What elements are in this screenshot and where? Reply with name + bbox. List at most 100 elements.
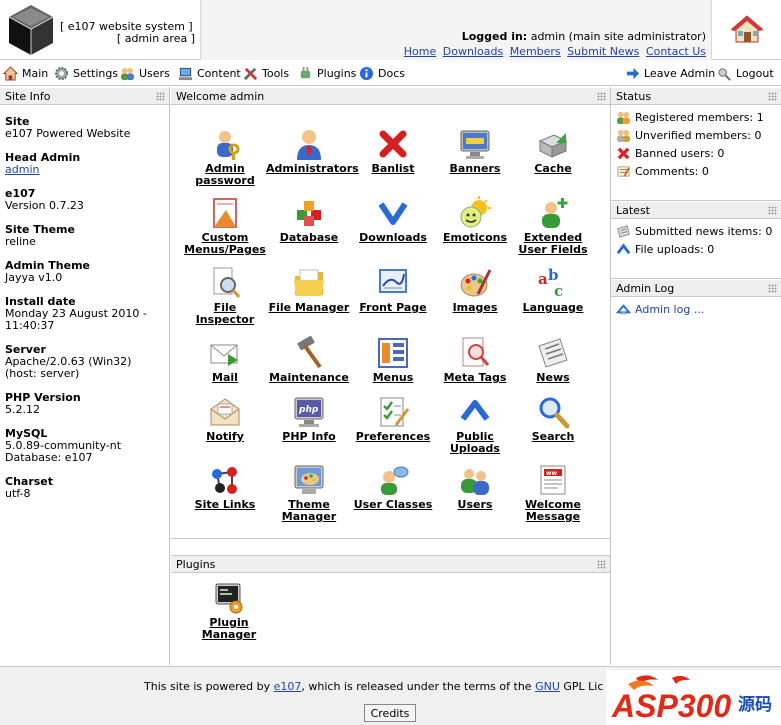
nav-users[interactable]: Users bbox=[120, 65, 170, 82]
admin-function-item[interactable]: Mail bbox=[182, 336, 268, 384]
admin-function-item-label[interactable]: Banlist bbox=[350, 163, 436, 175]
admin-function-item-label[interactable]: Users bbox=[432, 499, 518, 511]
latest-caption: Latest bbox=[611, 201, 781, 219]
admin-function-item-label[interactable]: Menus bbox=[350, 372, 436, 384]
admin-function-item[interactable]: Maintenance bbox=[266, 336, 352, 384]
admin-function-item[interactable]: Menus bbox=[350, 336, 436, 384]
nav-logout[interactable]: Logout bbox=[717, 65, 774, 82]
admin-function-item[interactable]: Administrators bbox=[266, 127, 359, 175]
admin-function-item-label[interactable]: Extended User Fields bbox=[510, 232, 596, 256]
nav-tools[interactable]: Tools bbox=[243, 65, 289, 82]
admin-function-item[interactable]: User Classes bbox=[350, 463, 436, 511]
admin-log-link[interactable]: Admin log ... bbox=[635, 303, 704, 316]
grip-icon[interactable] bbox=[597, 560, 606, 569]
admin-function-item[interactable]: Public Uploads bbox=[432, 395, 518, 455]
header-link-members[interactable]: Members bbox=[510, 45, 561, 58]
admin-function-item[interactable]: Custom Menus/Pages bbox=[182, 196, 268, 256]
admin-function-item-label[interactable]: Cache bbox=[510, 163, 596, 175]
plugin-item[interactable]: Plugin Manager bbox=[186, 581, 272, 641]
admin-function-item[interactable]: Front Page bbox=[350, 266, 436, 314]
admin-function-item-label[interactable]: News bbox=[510, 372, 596, 384]
admin-function-item[interactable]: Banlist bbox=[350, 127, 436, 175]
grip-icon[interactable] bbox=[768, 92, 777, 101]
header-link-downloads[interactable]: Downloads bbox=[443, 45, 503, 58]
admin-function-item[interactable]: Theme Manager bbox=[266, 463, 352, 523]
grip-icon[interactable] bbox=[768, 284, 777, 293]
footer-gnu-link[interactable]: GNU bbox=[535, 680, 560, 693]
admin-function-item[interactable]: ww Welcome Message bbox=[510, 463, 596, 523]
admin-function-item-label[interactable]: User Classes bbox=[350, 499, 436, 511]
home-icon[interactable] bbox=[730, 14, 764, 44]
admin-function-item-label[interactable]: Site Links bbox=[182, 499, 268, 511]
nav-plugins[interactable]: Plugins bbox=[298, 65, 356, 82]
news-icon bbox=[538, 338, 568, 368]
admin-function-item[interactable]: News bbox=[510, 336, 596, 384]
admin-function-item[interactable]: Admin password bbox=[182, 127, 268, 187]
admin-function-item[interactable]: File Inspector bbox=[182, 266, 268, 326]
nav-settings[interactable]: Settings bbox=[54, 65, 118, 82]
admin-log-body: Admin log ... bbox=[611, 297, 781, 318]
admin-function-item[interactable]: Database bbox=[266, 196, 352, 244]
admin-function-item-label[interactable]: Images bbox=[432, 302, 518, 314]
admin-function-item-label[interactable]: Emoticons bbox=[432, 232, 518, 244]
nav-content[interactable]: Content bbox=[178, 65, 241, 82]
nav-docs[interactable]: Docs bbox=[359, 65, 405, 82]
status-caption: Status bbox=[611, 87, 781, 105]
admin-function-item[interactable]: Search bbox=[510, 395, 596, 443]
admin-function-item-label[interactable]: Welcome Message bbox=[510, 499, 596, 523]
site-info-caption: Site Info bbox=[0, 87, 169, 105]
admin-function-item[interactable]: Meta Tags bbox=[432, 336, 518, 384]
header-link-submit-news[interactable]: Submit News bbox=[567, 45, 639, 58]
admin-function-item-label[interactable]: Mail bbox=[182, 372, 268, 384]
admin-function-item-label[interactable]: Downloads bbox=[350, 232, 436, 244]
hammer-icon bbox=[297, 336, 322, 369]
admin-function-item[interactable]: Users bbox=[432, 463, 518, 511]
admin-function-item[interactable]: Notify bbox=[182, 395, 268, 443]
members-icon bbox=[616, 111, 631, 124]
admin-function-item-label[interactable]: Notify bbox=[182, 431, 268, 443]
header-link-home[interactable]: Home bbox=[404, 45, 436, 58]
grip-icon[interactable] bbox=[597, 92, 606, 101]
admin-function-item-label[interactable]: PHP Info bbox=[266, 431, 352, 443]
grip-icon[interactable] bbox=[156, 92, 165, 101]
admin-function-item-label[interactable]: File Inspector bbox=[182, 302, 268, 326]
nav-settings-label: Settings bbox=[73, 67, 119, 80]
admin-function-item[interactable]: Preferences bbox=[350, 395, 436, 443]
admin-function-item[interactable]: Downloads bbox=[350, 196, 436, 244]
header-link-contact-us[interactable]: Contact Us bbox=[646, 45, 706, 58]
admin-function-item-label[interactable]: File Manager bbox=[266, 302, 352, 314]
admin-function-item-label[interactable]: Search bbox=[510, 431, 596, 443]
admin-function-item[interactable]: File Manager bbox=[266, 266, 352, 314]
admin-function-item-label[interactable]: Theme Manager bbox=[266, 499, 352, 523]
admin-function-item-label[interactable]: Public Uploads bbox=[432, 431, 518, 455]
admin-function-item-label[interactable]: Language bbox=[510, 302, 596, 314]
admin-function-item-label[interactable]: Banners bbox=[432, 163, 518, 175]
admin-function-item[interactable]: Banners bbox=[432, 127, 518, 175]
abc-icon: a bc bbox=[538, 266, 563, 300]
admin-function-item-label[interactable]: Database bbox=[266, 232, 352, 244]
head-admin-link[interactable]: admin bbox=[5, 163, 39, 176]
admin-function-item-label[interactable]: Preferences bbox=[350, 431, 436, 443]
admin-function-item-label[interactable]: Front Page bbox=[350, 302, 436, 314]
admin-function-item-label[interactable]: Admin password bbox=[182, 163, 268, 187]
admin-function-item[interactable]: Images bbox=[432, 266, 518, 314]
admin-function-item-label-line2: Manager bbox=[281, 510, 337, 523]
admin-function-item[interactable]: Site Links bbox=[182, 463, 268, 511]
admin-function-item-label[interactable]: Meta Tags bbox=[432, 372, 518, 384]
admin-function-item-label[interactable]: Administrators bbox=[266, 163, 359, 175]
credits-button[interactable]: Credits bbox=[364, 704, 416, 722]
nav-docs-label: Docs bbox=[378, 67, 405, 80]
admin-function-item[interactable]: Emoticons bbox=[432, 196, 518, 244]
admin-function-item[interactable]: Extended User Fields bbox=[510, 196, 596, 256]
mail-icon bbox=[210, 344, 238, 366]
nav-leave-admin[interactable]: Leave Admin bbox=[625, 65, 715, 82]
plugin-item-label[interactable]: Plugin Manager bbox=[186, 617, 272, 641]
admin-function-item[interactable]: Cache bbox=[510, 127, 596, 175]
admin-function-item[interactable]: php PHP Info bbox=[266, 395, 352, 443]
nav-main[interactable]: Main bbox=[3, 65, 48, 82]
admin-function-item-label[interactable]: Maintenance bbox=[266, 372, 352, 384]
admin-function-item-label[interactable]: Custom Menus/Pages bbox=[182, 232, 268, 256]
grip-icon[interactable] bbox=[768, 206, 777, 215]
admin-function-item[interactable]: a b c Language bbox=[510, 266, 596, 314]
footer-e107-link[interactable]: e107 bbox=[274, 680, 302, 693]
